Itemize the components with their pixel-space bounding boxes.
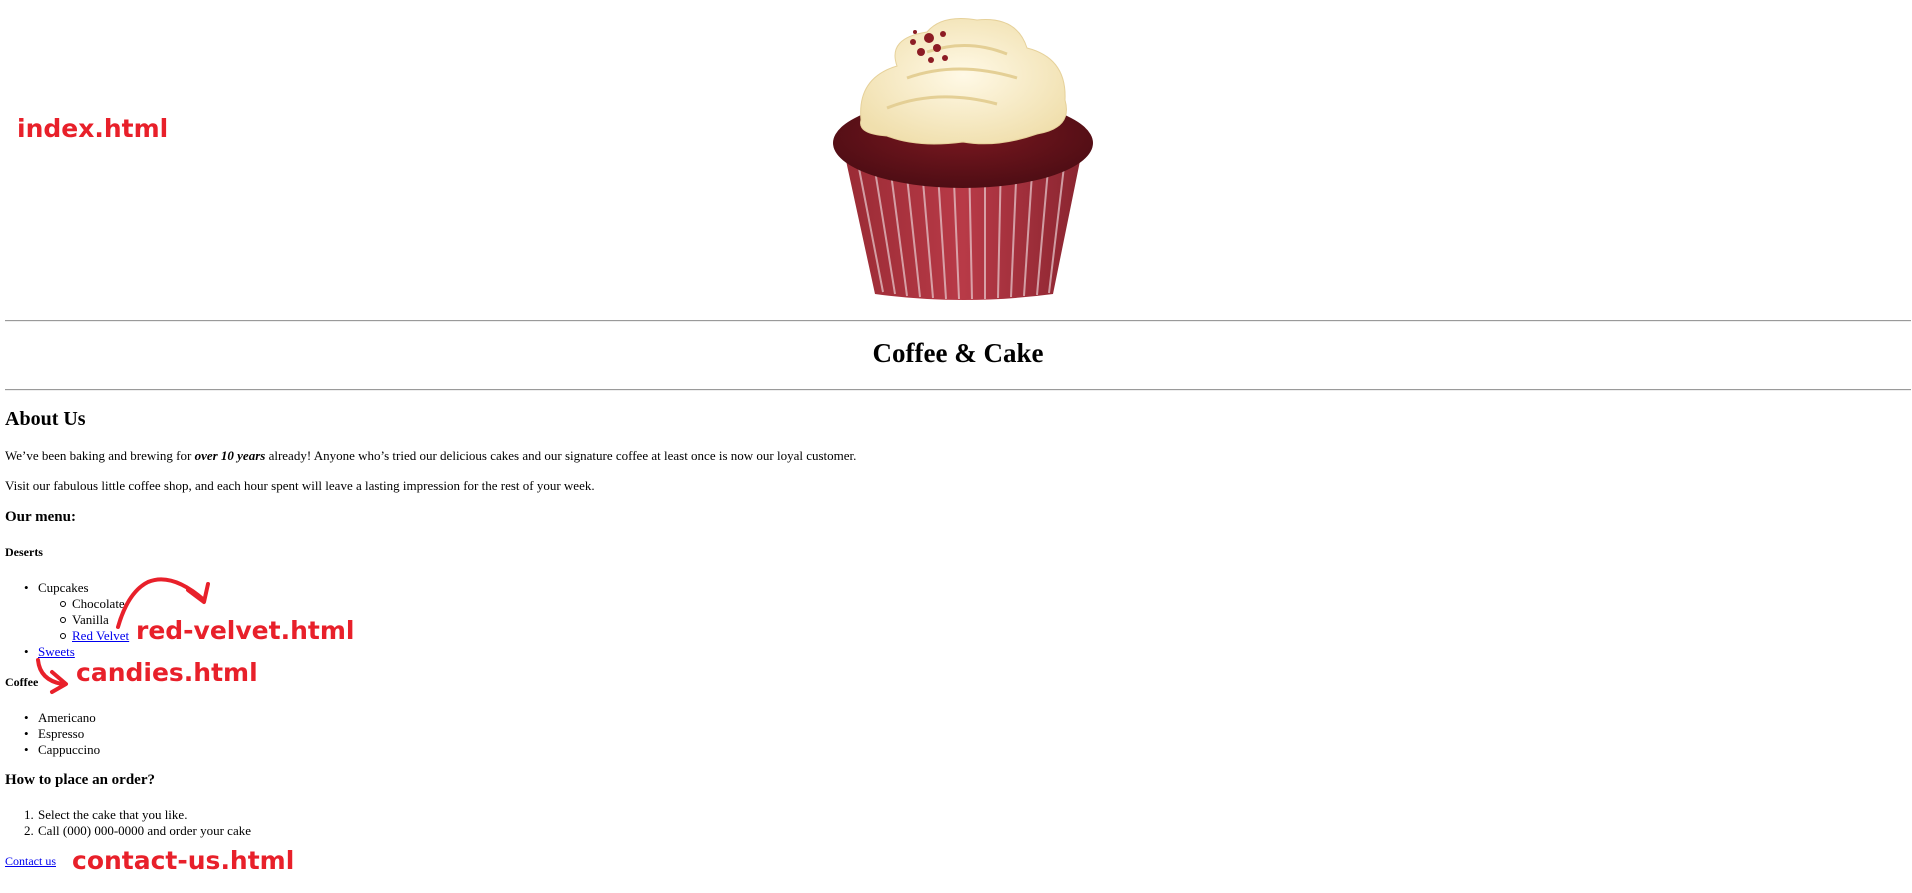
arrow-candies [36,658,64,686]
deserts-heading: Deserts [5,545,43,559]
about-paragraph-2: Visit our fabulous little coffee shop, a… [5,478,595,493]
contact-us-link[interactable]: Contact us [5,853,56,869]
annotation-index: index.html [17,114,169,143]
list-item-americano: Americano [24,710,96,726]
list-item-red-velvet: Red Velvet [59,628,129,644]
annotation-red-velvet: red-velvet.html [136,616,355,645]
top-divider [5,320,1911,322]
site-title: Coffee & Cake [872,338,1044,368]
title-divider [5,389,1911,391]
list-item-espresso: Espresso [24,726,84,742]
menu-heading: Our menu: [5,509,76,525]
order-heading: How to place an order? [5,772,155,788]
red-velvet-link[interactable]: Red Velvet [72,628,129,643]
list-item-cupcakes: Cupcakes [24,580,88,596]
annotation-candies: candies.html [76,658,258,687]
annotation-contact: contact-us.html [72,846,295,875]
list-item-vanilla: Vanilla [60,612,109,627]
list-item-chocolate: Chocolate [60,596,125,611]
about-heading: About Us [5,408,86,430]
order-step: 2. Call (000) 000-0000 and order your cak… [24,823,251,838]
coffee-heading: Coffee [5,675,39,689]
about-paragraph-1: We’ve been baking and brewing for over 1… [5,448,857,463]
emphasis-years: over 10 years [194,448,266,463]
list-item-cappuccino: Cappuccino [24,742,100,758]
order-step: 1. Select the cake that you like. [24,807,188,822]
sweets-link[interactable]: Sweets [38,644,75,659]
cupcake-image [833,18,1093,300]
list-item-sweets: Sweets [24,644,75,660]
